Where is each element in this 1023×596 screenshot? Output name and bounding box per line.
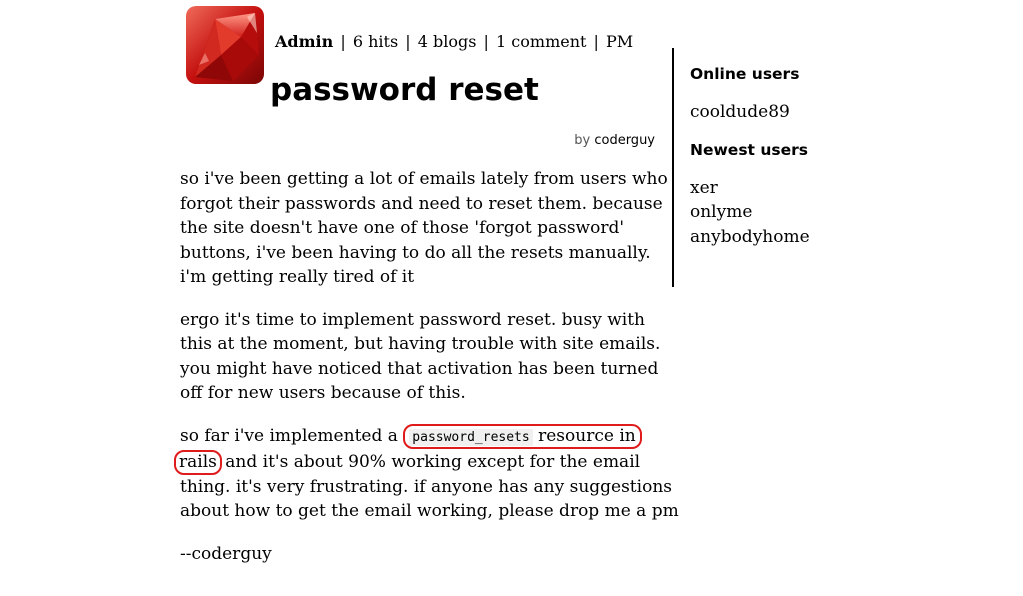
admin-link[interactable]: Admin <box>275 32 333 51</box>
newest-user-item: anybodyhome <box>690 225 890 250</box>
post-byline: by coderguy <box>574 133 655 148</box>
code-snippet: password_resets <box>409 428 533 446</box>
post-title: password reset <box>270 72 539 108</box>
paragraph-text: rails <box>179 452 217 472</box>
hits-link[interactable]: 6 hits <box>353 32 398 51</box>
user-link[interactable]: xer <box>690 178 718 198</box>
online-users-list: cooldude89 <box>690 100 890 125</box>
comments-link[interactable]: 1 comment <box>496 32 586 51</box>
highlight-annotation: password_resets resource in <box>403 423 642 449</box>
author-link[interactable]: coderguy <box>594 133 655 148</box>
separator: | <box>405 32 411 51</box>
newest-users-list: xer onlyme anybodyhome <box>690 176 890 250</box>
byline-prefix: by <box>574 133 591 148</box>
pm-link[interactable]: PM <box>606 32 633 51</box>
post-body: so i've been getting a lot of emails lat… <box>174 167 680 584</box>
separator: | <box>593 32 599 51</box>
ruby-gem-icon <box>186 6 264 84</box>
user-link[interactable]: onlyme <box>690 202 752 222</box>
separator: | <box>483 32 489 51</box>
highlight-annotation: rails <box>174 450 222 475</box>
user-stats-bar: Admin | 6 hits | 4 blogs | 1 comment | P… <box>275 32 633 51</box>
newest-user-item: onlyme <box>690 200 890 225</box>
online-user-item: cooldude89 <box>690 100 890 125</box>
post-paragraph-3: so far i've implemented a password_reset… <box>174 423 680 524</box>
newest-user-item: xer <box>690 176 890 201</box>
sidebar-divider <box>672 48 674 287</box>
user-link[interactable]: cooldude89 <box>690 102 790 122</box>
sidebar: Online users cooldude89 Newest users xer… <box>690 64 890 249</box>
post-paragraph-1: so i've been getting a lot of emails lat… <box>180 169 668 287</box>
online-users-heading: Online users <box>690 65 800 83</box>
paragraph-text: resource in <box>532 425 636 446</box>
newest-users-heading: Newest users <box>690 140 808 159</box>
post-paragraph-2: ergo it's time to implement password res… <box>180 309 661 404</box>
blogs-link[interactable]: 4 blogs <box>418 32 477 51</box>
post-signoff: --coderguy <box>180 543 272 564</box>
user-link[interactable]: anybodyhome <box>690 227 810 247</box>
ruby-logo[interactable] <box>185 5 265 85</box>
separator: | <box>340 32 346 51</box>
paragraph-text: and it's about 90% working except for th… <box>180 452 679 521</box>
paragraph-text: so far i've implemented a <box>180 425 404 446</box>
